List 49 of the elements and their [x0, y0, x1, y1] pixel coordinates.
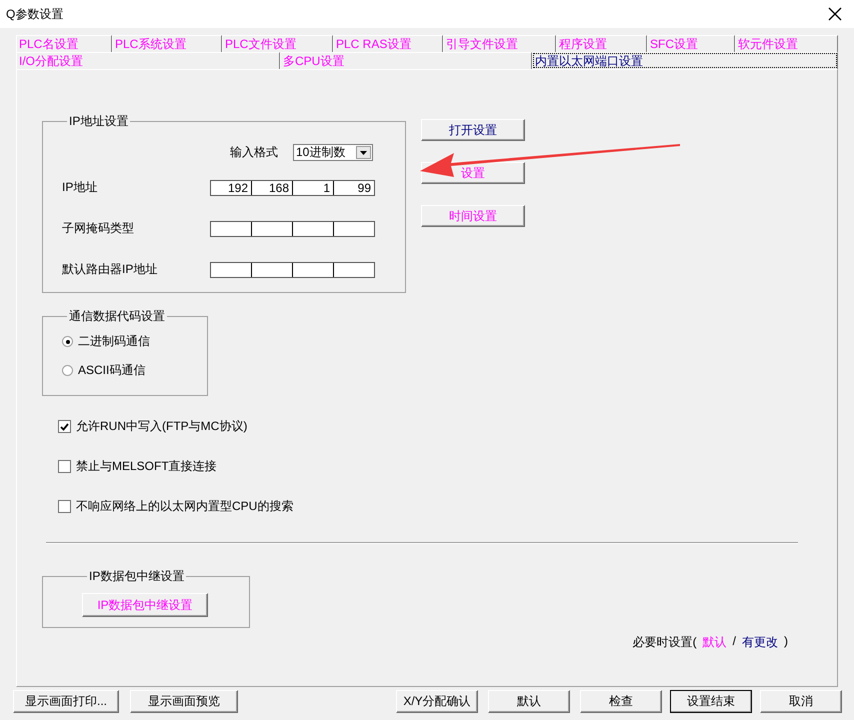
- legend-separator: /: [732, 634, 736, 650]
- checkbox-label: 不响应网络上的以太网内置型CPU的搜索: [76, 498, 294, 515]
- radio-label: 二进制码通信: [78, 333, 150, 350]
- field-label: 子网掩码类型: [62, 220, 135, 237]
- settings-button[interactable]: 时间设置: [421, 205, 525, 227]
- dialog-button[interactable]: 显示画面预览: [130, 690, 238, 713]
- tab[interactable]: 软元件设置: [735, 35, 838, 52]
- ip-address-field[interactable]: 192 168 1 99: [210, 180, 375, 196]
- relay-settings-button[interactable]: IP数据包中继设置: [82, 593, 208, 617]
- tab[interactable]: I/O分配设置: [16, 52, 280, 69]
- window-title: Q参数设置: [6, 6, 64, 22]
- legend-label: 必要时设置(: [632, 634, 697, 651]
- default-legend: 默认: [702, 634, 727, 651]
- caret-icon: [360, 150, 367, 154]
- group-title: IP地址设置: [68, 113, 130, 130]
- checkbox[interactable]: [58, 420, 71, 433]
- tab[interactable]: PLC文件设置: [222, 35, 333, 52]
- checkbox[interactable]: [58, 500, 71, 513]
- ip-address-field[interactable]: [210, 262, 375, 278]
- field-label: IP地址: [62, 179, 98, 196]
- group-title: 通信数据代码设置: [68, 308, 166, 325]
- input-format-dropdown[interactable]: 10进制数: [293, 144, 373, 161]
- group-title: IP数据包中继设置: [88, 568, 186, 585]
- radio-button[interactable]: [62, 365, 73, 376]
- radio-label: ASCII码通信: [78, 362, 146, 379]
- tab[interactable]: PLC系统设置: [112, 35, 222, 52]
- input-format-label: 输入格式: [230, 144, 278, 161]
- changed-legend: 有更改: [742, 634, 778, 651]
- dialog-button[interactable]: 检查: [580, 690, 662, 713]
- checkbox-label: 允许RUN中写入(FTP与MC协议): [76, 418, 248, 435]
- ip-address-field[interactable]: [210, 220, 375, 236]
- tab[interactable]: 程序设置: [556, 35, 647, 52]
- legend-label: ): [784, 634, 788, 650]
- checkbox-label: 禁止与MELSOFT直接连接: [76, 458, 217, 475]
- tab[interactable]: PLC RAS设置: [333, 35, 443, 52]
- dialog-button[interactable]: X/Y分配确认: [396, 690, 478, 713]
- field-label: 默认路由器IP地址: [62, 261, 158, 278]
- tab[interactable]: 引导文件设置: [443, 35, 556, 52]
- tab[interactable]: SFC设置: [647, 35, 735, 52]
- dialog-button[interactable]: 默认: [488, 690, 570, 713]
- tab[interactable]: 内置以太网端口设置: [532, 52, 838, 69]
- checkbox[interactable]: [58, 460, 71, 473]
- dialog-button[interactable]: 取消: [760, 690, 842, 713]
- tab[interactable]: PLC名设置: [16, 35, 112, 52]
- dialog-button[interactable]: 显示画面打印...: [13, 690, 119, 713]
- tab[interactable]: 多CPU设置: [280, 52, 532, 69]
- radio-button[interactable]: [62, 336, 73, 347]
- settings-button[interactable]: 打开设置: [421, 119, 525, 141]
- dialog-button[interactable]: 设置结束: [670, 690, 752, 713]
